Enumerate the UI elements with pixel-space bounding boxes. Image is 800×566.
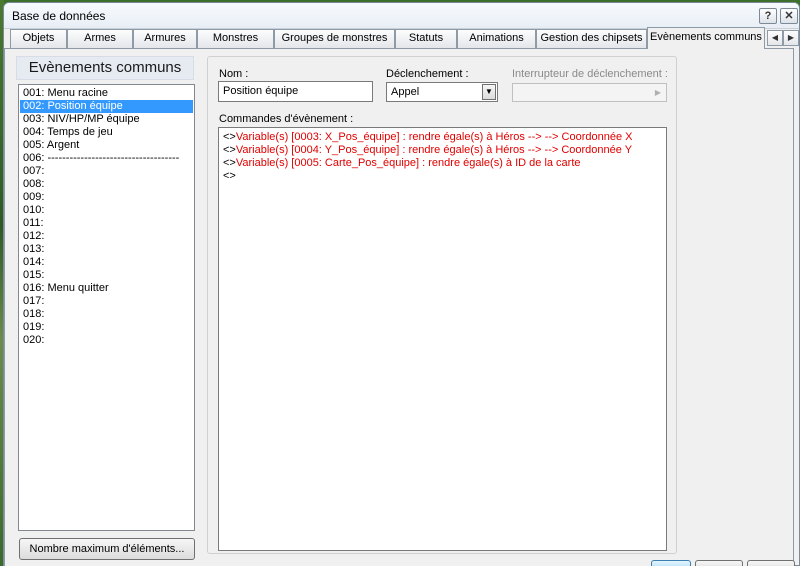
name-label: Nom : <box>219 68 249 80</box>
chevron-right-icon: ▶ <box>654 88 662 97</box>
title-bar: Base de données ? ✕ <box>4 3 799 29</box>
chevron-down-icon[interactable]: ▼ <box>482 84 496 100</box>
list-item[interactable]: 012: <box>20 230 193 243</box>
tab-gestion-chipsets[interactable]: Gestion des chipsets <box>536 29 647 48</box>
name-input[interactable]: Position équipe <box>218 81 373 102</box>
help-icon: ? <box>764 10 772 22</box>
command-prefix: <> <box>223 170 236 182</box>
command-line[interactable]: <>Variable(s) [0003: X_Pos_équipe] : ren… <box>223 131 666 144</box>
chevron-right-icon: ▶ <box>787 33 795 42</box>
list-item[interactable]: 019: <box>20 321 193 334</box>
switch-select: ▶ <box>512 83 667 102</box>
close-button[interactable]: ✕ <box>780 8 798 24</box>
list-item[interactable]: 013: <box>20 243 193 256</box>
command-text: Variable(s) [0005: Carte_Pos_équipe] : r… <box>235 157 581 169</box>
list-item[interactable]: 005: Argent <box>20 139 193 152</box>
event-commands-list[interactable]: <>Variable(s) [0003: X_Pos_équipe] : ren… <box>218 127 667 551</box>
common-events-list[interactable]: 001: Menu racine 002: Position équipe 003:… <box>18 84 195 531</box>
max-elements-button[interactable]: Nombre maximum d'éléments... <box>19 538 195 560</box>
tab-statuts[interactable]: Statuts <box>395 29 457 48</box>
list-item[interactable]: 015: <box>20 269 193 282</box>
switch-label: Interrupteur de déclenchement : <box>512 68 668 80</box>
command-text: Variable(s) [0004: Y_Pos_équipe] : rendr… <box>235 144 633 156</box>
tab-armures[interactable]: Armures <box>133 29 197 48</box>
tab-monstres[interactable]: Monstres <box>197 29 274 48</box>
command-prefix: <> <box>223 131 236 143</box>
list-item[interactable]: 008: <box>20 178 193 191</box>
trigger-value: Appel <box>391 86 420 98</box>
tab-armes[interactable]: Armes <box>67 29 133 48</box>
command-line[interactable]: <> <box>223 170 666 183</box>
list-item[interactable]: 004: Temps de jeu <box>20 126 193 139</box>
trigger-label: Déclenchement : <box>386 68 469 80</box>
list-item[interactable]: 006: -----------------------------------… <box>20 152 193 165</box>
command-prefix: <> <box>223 144 236 156</box>
tab-objets[interactable]: Objets <box>10 29 67 48</box>
command-text: Variable(s) [0003: X_Pos_équipe] : rendr… <box>235 131 633 143</box>
chevron-left-icon: ◀ <box>771 33 779 42</box>
tab-scroll-right-button[interactable]: ▶ <box>783 30 799 46</box>
list-item[interactable]: 017: <box>20 295 193 308</box>
list-item[interactable]: 020: <box>20 334 193 347</box>
tab-evenements-communs[interactable]: Evènements communs <box>647 27 765 49</box>
close-icon: ✕ <box>784 10 794 22</box>
list-item[interactable]: 010: <box>20 204 193 217</box>
list-item[interactable]: 007: <box>20 165 193 178</box>
list-item[interactable]: 002: Position équipe <box>20 100 193 113</box>
list-item[interactable]: 016: Menu quitter <box>20 282 193 295</box>
tab-bar: Objets Armes Armures Monstres Groupes de… <box>4 27 799 49</box>
list-item[interactable]: 018: <box>20 308 193 321</box>
command-prefix: <> <box>223 157 236 169</box>
tab-groupes-monstres[interactable]: Groupes de monstres <box>274 29 395 48</box>
commands-label: Commandes d'évènement : <box>219 113 354 125</box>
window-title: Base de données <box>12 9 106 23</box>
list-item[interactable]: 009: <box>20 191 193 204</box>
apply-button[interactable] <box>747 560 795 566</box>
list-item[interactable]: 011: <box>20 217 193 230</box>
cancel-button[interactable] <box>695 560 743 566</box>
tab-animations[interactable]: Animations <box>457 29 536 48</box>
ok-button[interactable] <box>651 560 691 566</box>
command-line[interactable]: <>Variable(s) [0005: Carte_Pos_équipe] :… <box>223 157 666 170</box>
command-line[interactable]: <>Variable(s) [0004: Y_Pos_équipe] : ren… <box>223 144 666 157</box>
tab-scroll-left-button[interactable]: ◀ <box>767 30 783 46</box>
list-item[interactable]: 014: <box>20 256 193 269</box>
common-events-heading: Evènements communs <box>16 56 194 80</box>
list-item[interactable]: 001: Menu racine <box>20 87 193 100</box>
help-button[interactable]: ? <box>759 8 777 24</box>
list-item[interactable]: 003: NIV/HP/MP équipe <box>20 113 193 126</box>
trigger-select[interactable]: Appel ▼ <box>386 82 498 102</box>
